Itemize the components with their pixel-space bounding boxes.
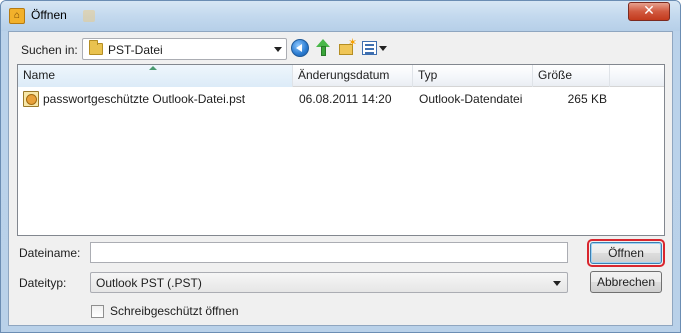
file-name: passwortgeschützte Outlook-Datei.pst xyxy=(43,92,246,106)
filename-input[interactable] xyxy=(90,242,568,263)
lookin-value: PST-Datei xyxy=(108,43,163,57)
folder-icon xyxy=(89,40,103,55)
lookin-dropdown[interactable]: PST-Datei xyxy=(82,38,287,60)
column-header-name-label: Name xyxy=(23,68,56,82)
column-header-type[interactable]: Typ xyxy=(413,65,533,87)
back-icon[interactable] xyxy=(291,39,309,57)
chevron-down-icon xyxy=(553,281,561,286)
sort-ascending-icon xyxy=(149,66,157,70)
filetype-dropdown[interactable]: Outlook PST (.PST) xyxy=(90,272,568,293)
dialog-body: Suchen in: PST-Datei ✶ Name Änderungsdat… xyxy=(8,31,673,326)
close-button[interactable]: ✕ xyxy=(628,2,670,21)
readonly-label[interactable]: Schreibgeschützt öffnen xyxy=(110,304,239,318)
column-header-name[interactable]: Name xyxy=(18,65,293,87)
up-folder-icon[interactable] xyxy=(314,39,332,57)
pst-file-icon xyxy=(23,91,39,107)
title-bar[interactable]: ⌂ Öffnen ✕ xyxy=(1,1,680,31)
file-type: Outlook-Datendatei xyxy=(419,92,523,106)
background-app-icon xyxy=(83,10,95,22)
new-folder-icon[interactable]: ✶ xyxy=(338,37,357,57)
open-file-dialog: ⌂ Öffnen ✕ Suchen in: PST-Datei ✶ Name Ä… xyxy=(0,0,681,333)
file-date: 06.08.2011 14:20 xyxy=(299,92,392,106)
column-header-date[interactable]: Änderungsdatum xyxy=(293,65,413,87)
filename-label: Dateiname: xyxy=(19,246,81,260)
cancel-button[interactable]: Abbrechen xyxy=(590,271,662,293)
chevron-down-icon xyxy=(274,47,282,52)
column-header-size[interactable]: Größe xyxy=(533,65,610,87)
file-size: 265 KB xyxy=(567,92,607,106)
lookin-label: Suchen in: xyxy=(21,43,78,57)
file-row[interactable]: passwortgeschützte Outlook-Datei.pst 06.… xyxy=(18,89,664,109)
column-header-row: Name Änderungsdatum Typ Größe xyxy=(18,65,664,87)
filetype-value: Outlook PST (.PST) xyxy=(96,276,202,290)
views-menu-icon[interactable] xyxy=(361,39,387,57)
open-button[interactable]: Öffnen xyxy=(590,242,662,264)
file-list[interactable]: Name Änderungsdatum Typ Größe passwortge… xyxy=(17,64,665,236)
filetype-label: Dateityp: xyxy=(19,276,67,290)
readonly-checkbox[interactable] xyxy=(91,305,104,318)
column-header-filler xyxy=(610,65,666,87)
window-title: Öffnen xyxy=(31,8,67,22)
app-icon: ⌂ xyxy=(9,8,25,24)
